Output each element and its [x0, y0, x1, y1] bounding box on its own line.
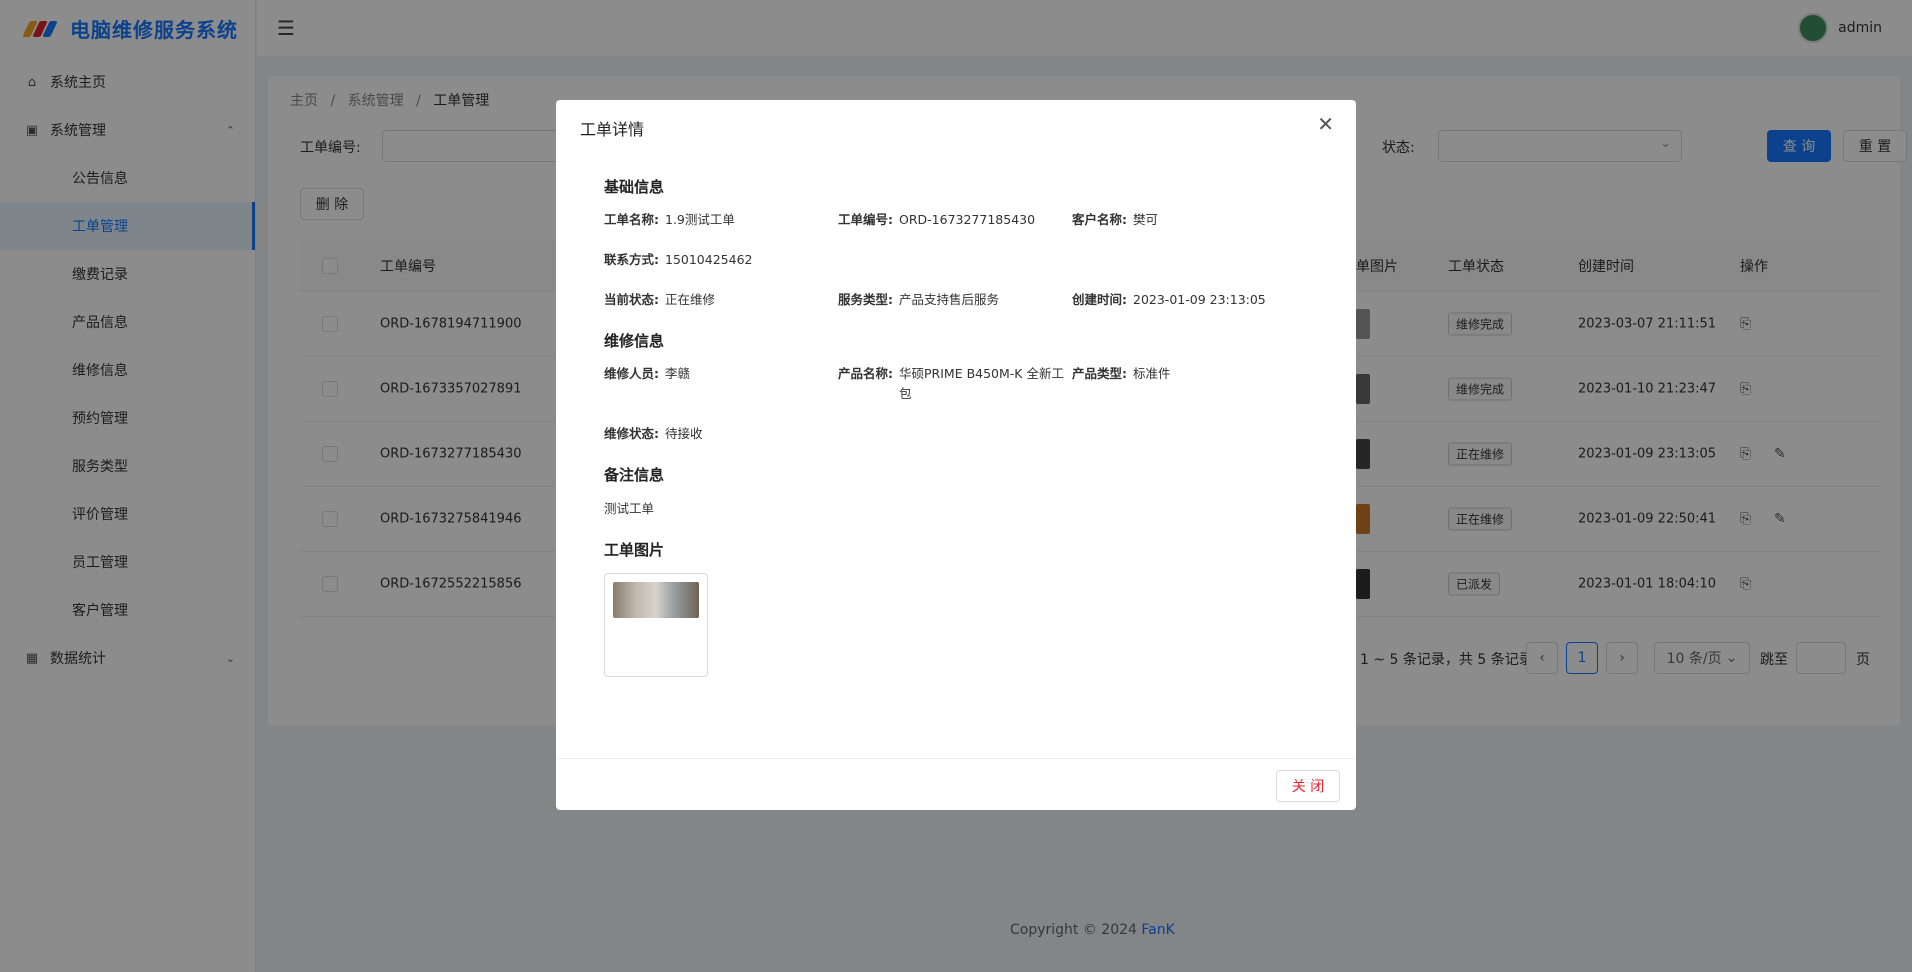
detail-key: 当前状态:: [604, 292, 659, 307]
detail-key: 工单编号:: [838, 212, 893, 227]
detail-key: 维修人员:: [604, 366, 659, 381]
modal-header: 工单详情 ✕: [556, 100, 1356, 152]
detail-value: 李赣: [665, 366, 691, 381]
detail-value: 华硕PRIME B450M-K 全新工包: [899, 366, 1064, 401]
detail-value: ORD-1673277185430: [899, 212, 1036, 227]
detail-value: 产品支持售后服务: [899, 292, 1000, 307]
detail-order-no: 工单编号: ORD-1673277185430: [838, 210, 1072, 230]
section-title-remark: 备注信息: [604, 466, 665, 484]
detail-key: 产品类型:: [1072, 366, 1127, 381]
modal-title: 工单详情: [580, 120, 645, 139]
basic-info-grid: 工单名称: 1.9测试工单 工单编号: ORD-1673277185430 客户名称…: [604, 210, 1324, 310]
order-image-thumbnail[interactable]: [613, 582, 699, 618]
detail-repair-status: 维修状态: 待接收: [604, 424, 838, 444]
section-title-images: 工单图片: [604, 541, 665, 559]
detail-value: 1.9测试工单: [665, 212, 735, 227]
detail-product-name: 产品名称: 华硕PRIME B450M-K 全新工包: [838, 364, 1072, 404]
repair-info-grid: 维修人员: 李赣 产品名称: 华硕PRIME B450M-K 全新工包 产品类型: 标…: [604, 364, 1324, 444]
detail-value: 正在维修: [665, 292, 716, 307]
detail-value: 标准件: [1133, 366, 1171, 381]
detail-key: 联系方式:: [604, 252, 659, 267]
modal-footer: 关 闭: [556, 758, 1356, 810]
order-detail-modal: 工单详情 ✕ 基础信息 工单名称: 1.9测试工单 工单编号: ORD-167327…: [556, 100, 1356, 810]
section-title-repair: 维修信息: [604, 332, 665, 350]
detail-key: 工单名称:: [604, 212, 659, 227]
order-image-card[interactable]: [604, 573, 708, 677]
remark-text: 测试工单: [604, 501, 655, 516]
detail-customer: 客户名称: 樊可: [1072, 210, 1306, 230]
detail-value: 15010425462: [665, 252, 753, 267]
detail-created-time: 创建时间: 2023-01-09 23:13:05: [1072, 290, 1306, 310]
detail-service-type: 服务类型: 产品支持售后服务: [838, 290, 1072, 310]
detail-key: 维修状态:: [604, 426, 659, 441]
detail-key: 客户名称:: [1072, 212, 1127, 227]
section-title-basic: 基础信息: [604, 178, 665, 196]
close-button[interactable]: 关 闭: [1276, 770, 1340, 802]
detail-product-type: 产品类型: 标准件: [1072, 364, 1306, 404]
detail-phone: 联系方式: 15010425462: [604, 250, 838, 270]
modal-body: 基础信息 工单名称: 1.9测试工单 工单编号: ORD-1673277185430…: [604, 176, 1324, 677]
detail-value: 待接收: [665, 426, 703, 441]
detail-key: 服务类型:: [838, 292, 893, 307]
detail-key: 产品名称:: [838, 366, 893, 381]
detail-value: 2023-01-09 23:13:05: [1133, 292, 1266, 307]
detail-order-name: 工单名称: 1.9测试工单: [604, 210, 838, 230]
detail-repair-staff: 维修人员: 李赣: [604, 364, 838, 404]
detail-value: 樊可: [1133, 212, 1159, 227]
detail-key: 创建时间:: [1072, 292, 1127, 307]
detail-current-status: 当前状态: 正在维修: [604, 290, 838, 310]
close-icon[interactable]: ✕: [1317, 112, 1334, 136]
